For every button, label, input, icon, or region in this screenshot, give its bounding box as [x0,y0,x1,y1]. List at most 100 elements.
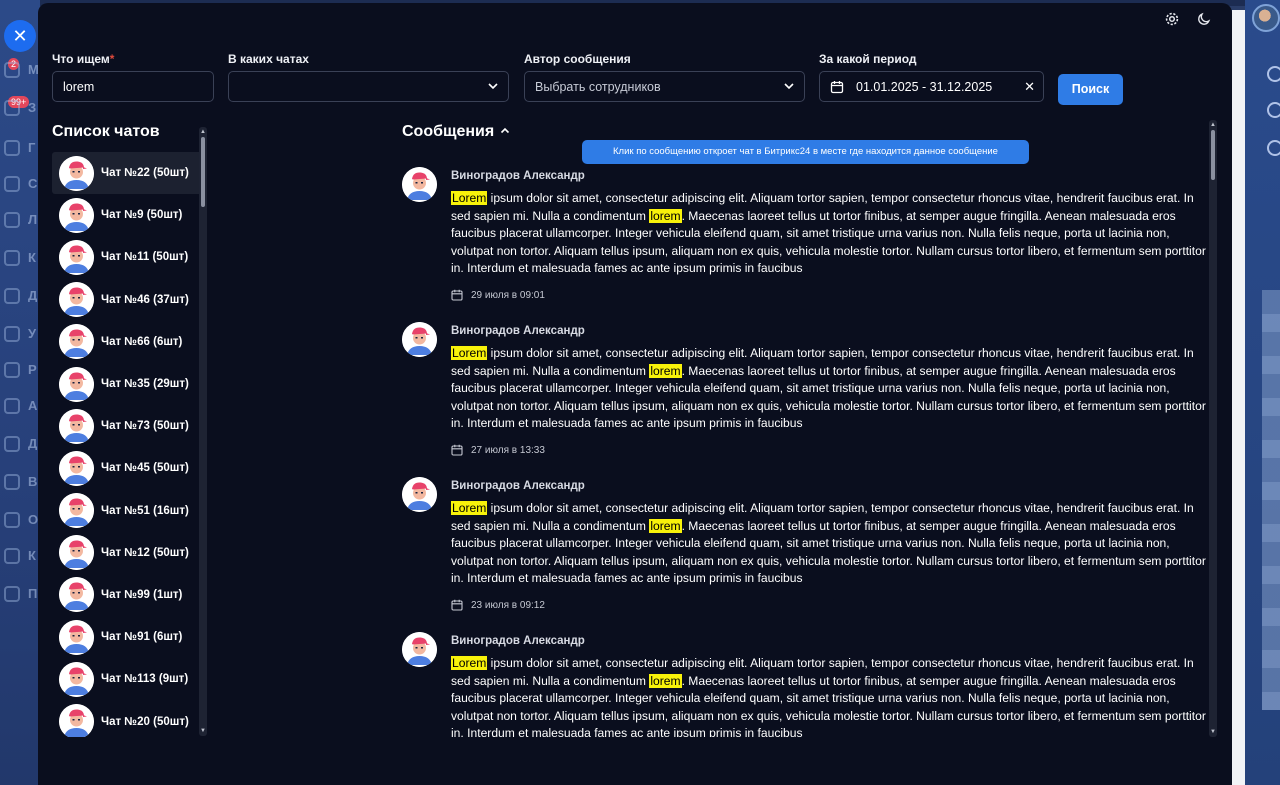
chats-group: В каких чатах [228,51,509,102]
bell-icon [1267,66,1280,82]
moon-icon[interactable] [1196,11,1212,27]
avatar [59,704,94,737]
author-placeholder: Выбрать сотрудников [535,79,661,94]
chat-list-item[interactable]: Чат №113 (9шт) [52,658,206,700]
target-icon [1267,102,1280,118]
nav-item-icon[interactable] [4,62,20,78]
nav-item-icon[interactable] [4,212,20,228]
message-author: Виноградов Александр [451,170,585,182]
chats-select[interactable] [228,71,509,102]
nav-item-icon[interactable] [4,176,20,192]
message-date: 27 июля в 13:33 [451,444,545,456]
message-date-text: 29 июля в 09:01 [471,289,545,301]
avatar [59,577,94,613]
clear-icon[interactable]: ✕ [1024,79,1035,95]
nav-item-icon[interactable] [4,250,20,266]
chat-list-item[interactable]: Чат №22 (50шт) [52,152,206,195]
message-text: Lorem ipsum dolor sit amet, consectetur … [451,345,1211,433]
message-text: Lorem ipsum dolor sit amet, consectetur … [451,500,1211,588]
messages-title-text: Сообщения [402,123,495,140]
period-value: 01.01.2025 - 31.12.2025 [856,79,993,94]
avatar [402,632,437,667]
messages-title[interactable]: Сообщения [402,123,510,141]
chat-label: Чат №51 (16шт) [101,504,189,517]
avatar [59,661,94,697]
avatar [59,408,94,444]
message-item[interactable]: Виноградов Александр Lorem ipsum dolor si… [402,320,1212,475]
chat-list-item[interactable]: Чат №35 (29шт) [52,363,206,405]
nav-item-icon[interactable] [4,362,20,378]
chat-list-item[interactable]: Чат №46 (37шт) [52,279,206,321]
avatar [59,197,94,233]
background-right-strip [1262,290,1280,710]
chat-label: Чат №113 (9шт) [101,673,189,686]
highlight-match: Lorem [451,346,488,360]
nav-item-icon[interactable] [4,586,20,602]
chat-icon [1267,140,1280,156]
user-avatar[interactable] [1252,4,1280,32]
scroll-thumb[interactable] [201,137,205,207]
avatar [402,322,437,357]
nav-item-icon[interactable] [4,288,20,304]
chat-label: Чат №20 (50шт) [101,715,189,728]
message-author: Виноградов Александр [451,480,585,492]
chat-list-item[interactable]: Чат №99 (1шт) [52,574,206,616]
chat-list-item[interactable]: Чат №51 (16шт) [52,490,206,532]
avatar [59,155,94,191]
message-date-text: 23 июля в 09:12 [471,599,545,611]
message-item[interactable]: Виноградов Александр Lorem ipsum dolor si… [402,475,1212,630]
nav-item-icon[interactable] [4,398,20,414]
scroll-down-arrow[interactable]: ▼ [199,728,207,734]
scroll-up-arrow[interactable]: ▲ [1209,122,1217,128]
nav-item-icon[interactable] [4,474,20,490]
query-group: Что ищем* lorem [52,51,214,102]
nav-item-icon[interactable] [4,512,20,528]
avatar [59,619,94,655]
chat-list-item[interactable]: Чат №12 (50шт) [52,532,206,574]
chats-title: Список чатов [52,123,160,140]
nav-item-icon[interactable] [4,436,20,452]
chat-label: Чат №66 (6шт) [101,335,183,348]
chat-label: Чат №35 (29шт) [101,378,189,391]
highlight-match: Lorem [451,191,488,205]
calendar-icon [451,444,463,456]
chats-scrollbar[interactable]: ▲ ▼ [199,127,207,736]
chat-list-item[interactable]: Чат №9 (50шт) [52,194,206,236]
message-item[interactable]: Виноградов Александр Lorem ipsum dolor si… [402,165,1212,320]
nav-item-icon[interactable] [4,548,20,564]
query-label: Что ищем* [52,52,115,66]
message-date-text: 27 июля в 13:33 [471,444,545,456]
messages-scrollbar[interactable]: ▲ ▼ [1209,120,1217,737]
nav-item-icon[interactable] [4,100,20,116]
scroll-thumb[interactable] [1211,130,1215,180]
search-button[interactable]: Поиск [1058,74,1123,105]
chats-list: Чат №22 (50шт) Чат №9 (50шт) Чат №11 (50… [52,152,206,737]
chat-list-item[interactable]: Чат №45 (50шт) [52,447,206,489]
avatar [59,282,94,318]
chat-label: Чат №12 (50шт) [101,546,189,559]
message-date: 29 июля в 09:01 [451,289,545,301]
highlight-match: lorem [649,673,682,688]
query-input[interactable]: lorem [52,71,214,102]
author-select[interactable]: Выбрать сотрудников [524,71,805,102]
chat-list-item[interactable]: Чат №91 (6шт) [52,616,206,658]
message-text: Lorem ipsum dolor sit amet, consectetur … [451,190,1211,278]
chat-list-item[interactable]: Чат №73 (50шт) [52,405,206,447]
hint-banner: Клик по сообщению откроет чат в Битрикс2… [582,140,1029,164]
avatar [402,477,437,512]
message-item[interactable]: Виноградов Александр Lorem ipsum dolor si… [402,630,1212,737]
chat-list-item[interactable]: Чат №66 (6шт) [52,321,206,363]
nav-item-icon[interactable] [4,326,20,342]
gear-icon[interactable] [1164,11,1180,27]
avatar [59,324,94,360]
chat-list-item[interactable]: Чат №11 (50шт) [52,236,206,278]
scroll-down-arrow[interactable]: ▼ [1209,729,1217,735]
period-input[interactable]: 01.01.2025 - 31.12.2025 ✕ [819,71,1044,102]
chat-list-item[interactable]: Чат №20 (50шт) [52,700,206,737]
chat-label: Чат №11 (50шт) [101,251,189,264]
chevron-down-icon [486,80,500,94]
nav-item-icon[interactable] [4,140,20,156]
avatar [59,535,94,571]
scroll-up-arrow[interactable]: ▲ [199,129,207,135]
close-slider-button[interactable]: ✕ [4,20,36,52]
